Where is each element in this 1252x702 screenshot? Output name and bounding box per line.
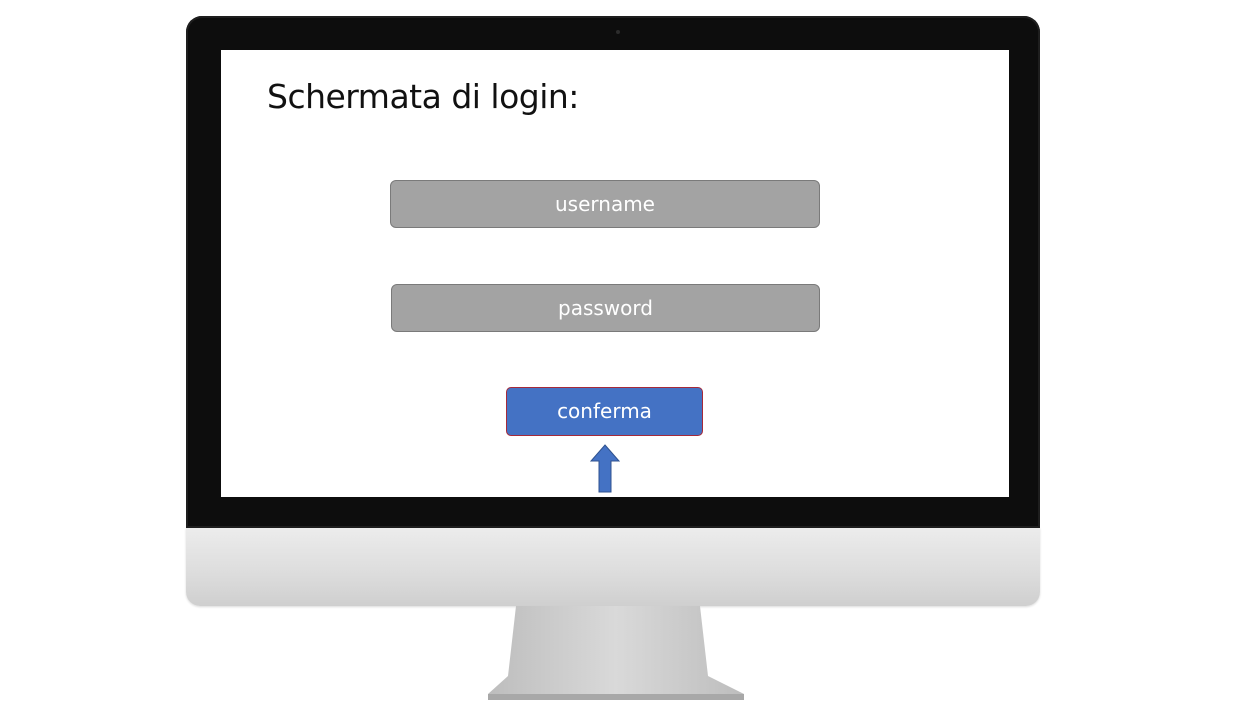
arrow-up-icon — [590, 444, 620, 493]
monitor-illustration: Schermata di login: username password co… — [0, 0, 1252, 702]
page-title: Schermata di login: — [267, 77, 579, 116]
password-field[interactable]: password — [391, 284, 820, 332]
monitor-stand — [488, 606, 744, 700]
login-screen: Schermata di login: username password co… — [221, 50, 1009, 497]
confirm-button[interactable]: conferma — [506, 387, 703, 436]
monitor-chin — [186, 528, 1040, 606]
username-field[interactable]: username — [390, 180, 820, 228]
webcam-dot — [616, 30, 620, 34]
